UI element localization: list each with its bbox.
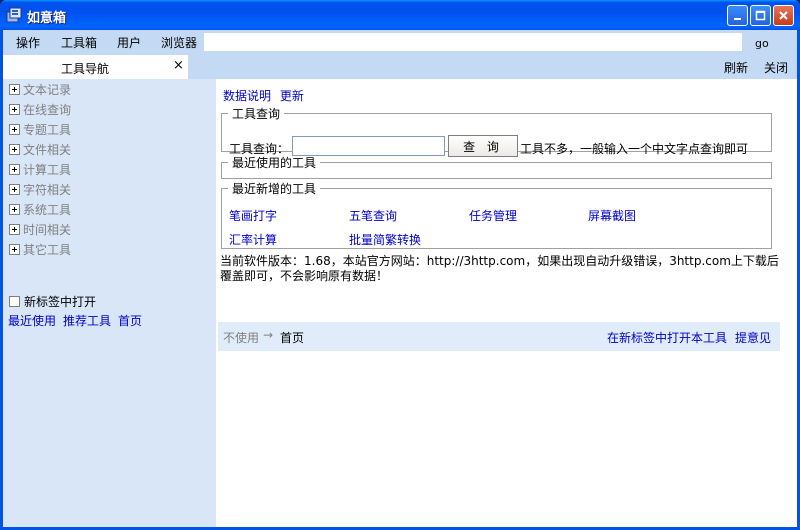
- feedback-link[interactable]: 提意见: [735, 329, 771, 346]
- sidebar-item-text-records[interactable]: 文本记录: [9, 81, 71, 97]
- sidebar-item-file-related[interactable]: 文件相关: [9, 141, 71, 157]
- top-links: 数据说明 更新: [223, 87, 309, 104]
- link-update[interactable]: 更新: [280, 89, 304, 103]
- menu-toolbox[interactable]: 工具箱: [61, 34, 97, 51]
- go-button[interactable]: go: [755, 37, 769, 50]
- sidebar-item-label: 时间相关: [23, 222, 72, 237]
- open-in-new-tab-link[interactable]: 在新标签中打开本工具: [607, 329, 727, 346]
- new-tools-legend: 最近新增的工具: [232, 182, 317, 196]
- address-input[interactable]: [204, 33, 742, 51]
- sidebar-item-label: 其它工具: [23, 242, 72, 257]
- app-window: 如意箱 操作 工具箱 用户 浏览器 go 工具导航 × 刷新 关闭 文本记录 在…: [0, 0, 800, 530]
- expand-icon[interactable]: [9, 243, 20, 255]
- sidebar-item-label: 字符相关: [23, 182, 72, 197]
- tab-tool-nav[interactable]: 工具导航 ×: [3, 55, 188, 79]
- tab-label: 工具导航: [61, 62, 110, 76]
- app-icon: [6, 7, 22, 23]
- sidebar-item-topic-tools[interactable]: 专题工具: [9, 121, 71, 137]
- link-home[interactable]: 首页: [118, 314, 142, 328]
- new-tab-checkbox-label: 新标签中打开: [24, 295, 97, 309]
- sidebar-item-other-tools[interactable]: 其它工具: [9, 241, 71, 257]
- maximize-icon: [755, 10, 766, 21]
- tab-close-icon[interactable]: ×: [173, 58, 184, 73]
- new-tab-checkbox[interactable]: [9, 296, 20, 307]
- title-bar[interactable]: 如意箱: [0, 0, 800, 30]
- link-recommended[interactable]: 推荐工具: [63, 314, 111, 328]
- expand-icon[interactable]: [9, 143, 20, 155]
- sidebar-item-system-tools[interactable]: 系统工具: [9, 201, 71, 217]
- menu-operate[interactable]: 操作: [16, 34, 40, 51]
- sidebar-item-label: 在线查询: [23, 102, 72, 117]
- query-input[interactable]: [292, 136, 445, 156]
- tab-strip: 工具导航 × 刷新 关闭: [3, 54, 797, 79]
- tool-query-group: 工具查询 工具查询： 查 询 工具不多，一般输入一个中文字点查询即可: [221, 105, 772, 157]
- tool-link-wubi-query[interactable]: 五笔查询: [349, 207, 397, 224]
- tool-link-batch-convert[interactable]: 批量简繁转换: [349, 231, 421, 248]
- close-window-button[interactable]: [773, 5, 794, 26]
- new-tools-group: 最近新增的工具 笔画打字 五笔查询 任务管理 屏幕截图 汇率计算 批量简繁转换: [221, 180, 772, 249]
- expand-icon[interactable]: [9, 83, 20, 95]
- sidebar-item-time-related[interactable]: 时间相关: [9, 221, 71, 237]
- recent-tools-group: 最近使用的工具: [221, 154, 772, 179]
- crumb-unused: 不使用: [223, 331, 260, 345]
- arrow-right-icon: →: [263, 328, 274, 342]
- open-in-new-tab-option[interactable]: 新标签中打开: [9, 293, 96, 310]
- sidebar-item-label: 文本记录: [23, 82, 72, 97]
- main-content: 数据说明 更新 工具查询 工具查询： 查 询 工具不多，一般输入一个中文字点查询…: [216, 79, 797, 527]
- sidebar-item-label: 计算工具: [23, 162, 72, 177]
- tool-query-legend: 工具查询: [232, 107, 281, 121]
- link-data-description[interactable]: 数据说明: [223, 89, 271, 103]
- window-title: 如意箱: [27, 11, 67, 26]
- sidebar-item-char-related[interactable]: 字符相关: [9, 181, 71, 197]
- recent-tools-legend: 最近使用的工具: [232, 156, 317, 170]
- sidebar: 文本记录 在线查询 专题工具 文件相关 计算工具 字符相关 系统工具 时间相关 …: [3, 79, 216, 527]
- link-recent[interactable]: 最近使用: [8, 314, 56, 328]
- tool-link-screenshot[interactable]: 屏幕截图: [588, 207, 636, 224]
- sidebar-links: 最近使用 推荐工具 首页: [8, 312, 149, 329]
- expand-icon[interactable]: [9, 203, 20, 215]
- minimize-button[interactable]: [727, 5, 748, 26]
- close-icon: [779, 11, 788, 20]
- maximize-button[interactable]: [750, 5, 771, 26]
- sidebar-item-label: 系统工具: [23, 202, 72, 217]
- footer-bar: 不使用 → 首页 在新标签中打开本工具 提意见: [218, 322, 780, 351]
- expand-icon[interactable]: [9, 103, 20, 115]
- tool-link-task-manager[interactable]: 任务管理: [469, 207, 517, 224]
- version-info: 当前软件版本：1.68，本站官方网站：http://3http.com，如果出现…: [220, 254, 779, 283]
- menu-browser[interactable]: 浏览器: [161, 34, 197, 51]
- tool-link-stroke-typing[interactable]: 笔画打字: [229, 207, 277, 224]
- menu-user[interactable]: 用户: [117, 34, 141, 51]
- expand-icon[interactable]: [9, 183, 20, 195]
- refresh-button[interactable]: 刷新: [724, 59, 748, 76]
- minimize-icon: [734, 18, 741, 20]
- sidebar-item-label: 文件相关: [23, 142, 72, 157]
- close-tab-button[interactable]: 关闭: [764, 59, 788, 76]
- menu-bar: 操作 工具箱 用户 浏览器 go: [3, 30, 797, 54]
- sidebar-item-label: 专题工具: [23, 122, 72, 137]
- sidebar-item-calc-tools[interactable]: 计算工具: [9, 161, 71, 177]
- crumb-home[interactable]: 首页: [280, 329, 304, 346]
- expand-icon[interactable]: [9, 163, 20, 175]
- client-area: 操作 工具箱 用户 浏览器 go 工具导航 × 刷新 关闭 文本记录 在线查询 …: [3, 30, 797, 527]
- sidebar-item-online-query[interactable]: 在线查询: [9, 101, 71, 117]
- tool-link-exchange-rate[interactable]: 汇率计算: [229, 231, 277, 248]
- expand-icon[interactable]: [9, 223, 20, 235]
- expand-icon[interactable]: [9, 123, 20, 135]
